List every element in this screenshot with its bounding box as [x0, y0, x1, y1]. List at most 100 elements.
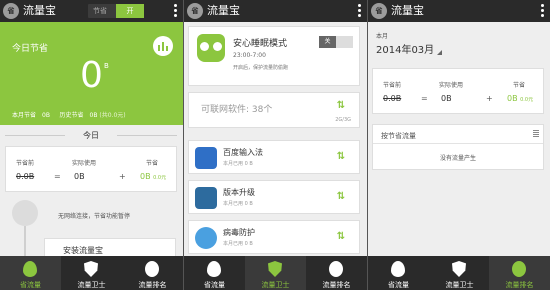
saved-label: 节省 — [513, 82, 526, 89]
nav-traffic-guard[interactable]: 流量卫士 — [429, 256, 490, 290]
medal-icon — [512, 261, 526, 277]
today-calc-card: 节省前 0.0B = 实际使用 0B + 节省 0B 0.0元 — [5, 146, 177, 192]
sleep-mode-switch[interactable]: 关 — [319, 36, 353, 48]
ranking-list-card: 按节省流量 没有流量产生 — [372, 124, 544, 170]
stats-chart-icon[interactable] — [153, 36, 173, 56]
app-name: 百度输入法 — [223, 148, 263, 157]
app-usage: 本月已用 0 B — [223, 241, 253, 247]
panel-traffic-guard: 省 流量宝 安心睡眠模式 23:00-7:00 开启后，保护流量防偷跑 关 可联… — [184, 0, 367, 290]
overflow-menu-icon[interactable] — [541, 4, 545, 18]
nav-label: 流量卫士 — [261, 281, 290, 289]
history-saved-label: 历史节省 — [59, 112, 84, 119]
top-bar: 省 流量宝 — [368, 0, 550, 22]
bottom-nav: 省流量 流量卫士 流量排名 — [368, 256, 550, 290]
app-logo: 省 — [371, 3, 387, 19]
nav-traffic-guard[interactable]: 流量卫士 — [61, 256, 122, 290]
sleep-mode-time: 23:00-7:00 — [233, 52, 266, 59]
nav-traffic-ranking[interactable]: 流量排名 — [122, 256, 183, 290]
month-picker[interactable]: 2014年03月 — [376, 41, 443, 56]
list-divider — [373, 143, 543, 144]
sleep-mode-desc: 开启后，保护流量防偷跑 — [233, 65, 289, 71]
today-section-header: 今日 — [5, 130, 177, 141]
save-toggle[interactable]: 节省 开 — [88, 4, 144, 18]
app-row[interactable]: 百度输入法 本月已用 0 B ⇅ — [188, 140, 360, 174]
connected-apps-header[interactable]: 可联网软件: 38个 ⇅ 2G/3G — [188, 92, 360, 128]
nav-label: 流量排名 — [505, 281, 534, 289]
panel-save-traffic: 省 流量宝 节省 开 今日节省 0 B 本月节省 0B 历史节省 0B (共0.0元… — [0, 0, 183, 290]
history-saved-value: 0B — [89, 112, 98, 119]
actual-value: 0B — [74, 172, 85, 181]
nav-label: 流量排名 — [138, 281, 167, 289]
saved-money: 0.0元 — [153, 175, 167, 181]
shield-icon — [452, 261, 466, 277]
shield-icon — [84, 261, 98, 277]
upgrade-icon — [195, 187, 217, 209]
actual-label: 实际使用 — [439, 82, 464, 89]
overflow-menu-icon[interactable] — [358, 4, 362, 18]
today-saved-value: 0 — [80, 55, 103, 96]
sleep-mode-switch-label: 关 — [319, 36, 336, 48]
app-row[interactable]: 病毒防护 本月已用 0 B ⇅ — [188, 220, 360, 254]
app-name: 病毒防护 — [223, 228, 255, 237]
shield-icon — [268, 261, 282, 277]
top-bar: 省 流量宝 节省 开 — [0, 0, 183, 22]
owl-icon — [197, 34, 225, 62]
app-title: 流量宝 — [23, 4, 56, 17]
nav-traffic-ranking[interactable]: 流量排名 — [489, 256, 550, 290]
app-logo: 省 — [3, 3, 19, 19]
keyboard-icon — [195, 147, 217, 169]
overflow-menu-icon[interactable] — [174, 4, 178, 18]
sort-icon[interactable]: ⇅ — [335, 100, 347, 111]
bottom-nav: 省流量 流量卫士 流量排名 — [0, 256, 183, 290]
app-logo: 省 — [187, 3, 203, 19]
nav-label: 流量排名 — [322, 281, 351, 289]
app-row[interactable]: 版本升级 本月已用 0 B ⇅ — [188, 180, 360, 214]
nav-label: 流量卫士 — [77, 281, 106, 289]
saved-value: 0B 0.0元 — [507, 94, 533, 103]
today-title: 今日节省 — [12, 44, 49, 54]
antivirus-icon — [195, 227, 217, 249]
medal-icon — [329, 261, 343, 277]
nav-save-traffic[interactable]: 省流量 — [184, 256, 245, 290]
drag-handle-icon[interactable] — [533, 130, 539, 138]
before-label: 节省前 — [383, 82, 402, 89]
nav-label: 省流量 — [204, 281, 225, 289]
nav-label: 省流量 — [20, 281, 41, 289]
nav-traffic-ranking[interactable]: 流量排名 — [306, 256, 367, 290]
panel-traffic-ranking: 省 流量宝 本月 2014年03月 节省前 0.0B = 实际使用 0B + 节… — [368, 0, 550, 290]
traffic-icon[interactable]: ⇅ — [335, 191, 347, 202]
before-label: 节省前 — [16, 160, 35, 167]
nav-save-traffic[interactable]: 省流量 — [368, 256, 429, 290]
toggle-on-label: 开 — [116, 4, 144, 18]
network-type: 2G/3G — [335, 117, 351, 123]
history-saved-money: (共0.0元) — [99, 112, 126, 119]
empty-list-message: 没有流量产生 — [439, 155, 476, 162]
app-title: 流量宝 — [391, 4, 424, 17]
sleep-mode-title: 安心睡眠模式 — [233, 39, 288, 49]
install-card-title: 安装流量宝 — [63, 246, 103, 255]
saved-money: 0.0元 — [520, 97, 534, 103]
month-saved-value: 0B — [42, 112, 50, 119]
nav-save-traffic[interactable]: 省流量 — [0, 256, 61, 290]
sleep-mode-card: 安心睡眠模式 23:00-7:00 开启后，保护流量防偷跑 关 — [188, 26, 360, 86]
toggle-off-label: 节省 — [93, 7, 107, 15]
drop-icon — [391, 261, 405, 277]
sort-by-saved-header[interactable]: 按节省流量 — [381, 131, 416, 141]
before-value: 0.0B — [16, 172, 35, 181]
nav-traffic-guard[interactable]: 流量卫士 — [245, 256, 306, 290]
month-calc-card: 节省前 0.0B = 实际使用 0B + 节省 0B 0.0元 — [372, 68, 544, 114]
medal-icon — [145, 261, 159, 277]
equals-sign: = — [54, 172, 61, 181]
plus-sign: + — [486, 94, 493, 103]
saved-value-text: 0B — [507, 94, 518, 103]
traffic-icon[interactable]: ⇅ — [335, 151, 347, 162]
app-name: 版本升级 — [223, 188, 255, 197]
app-usage: 本月已用 0 B — [223, 161, 253, 167]
no-network-icon — [12, 200, 38, 226]
today-summary: 今日节省 0 B 本月节省 0B 历史节省 0B (共0.0元) — [0, 22, 183, 125]
before-value: 0.0B — [383, 94, 402, 103]
plus-sign: + — [119, 172, 126, 181]
top-bar: 省 流量宝 — [184, 0, 367, 22]
connected-apps-label: 可联网软件: 38个 — [201, 105, 273, 115]
traffic-icon[interactable]: ⇅ — [335, 231, 347, 242]
